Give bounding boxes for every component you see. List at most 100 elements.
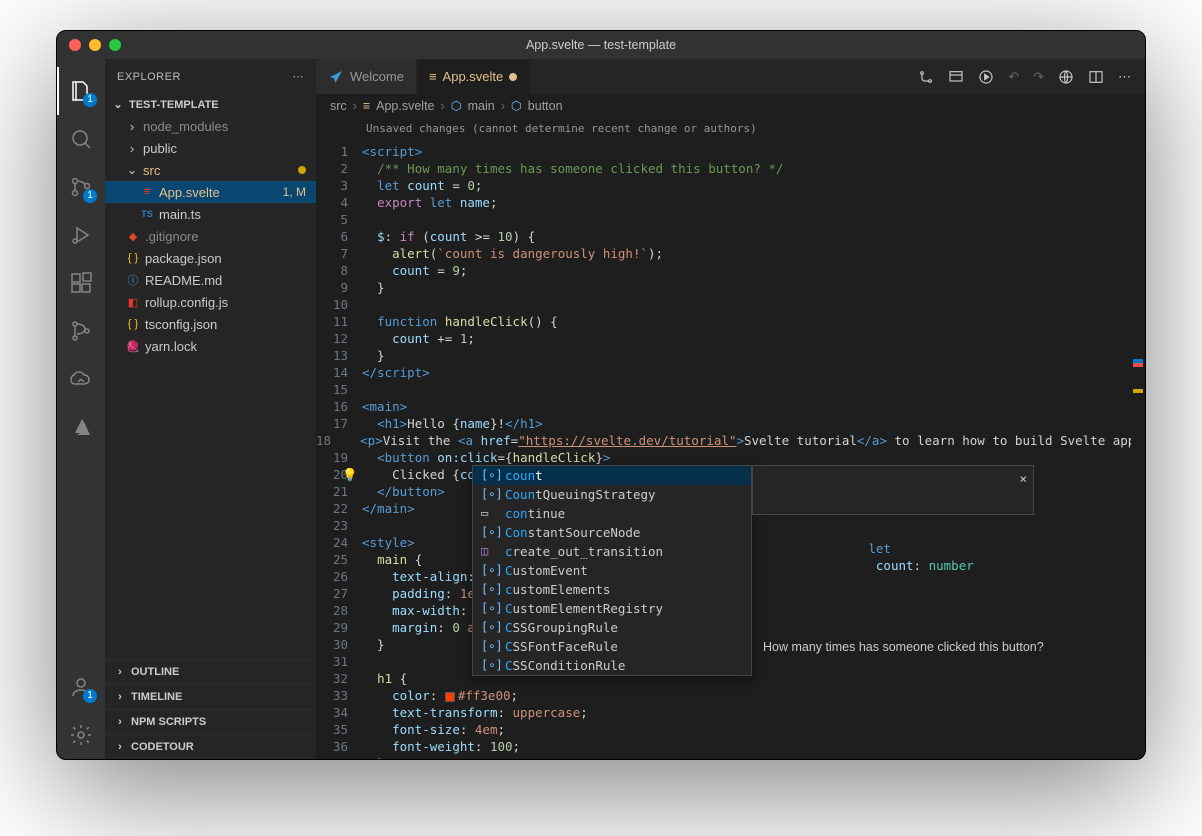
source-control-icon[interactable]: 1 <box>57 163 105 211</box>
suggest-item[interactable]: [∘]CountQueuingStrategy <box>473 485 751 504</box>
suggest-label: customElements <box>505 581 610 598</box>
run-icon[interactable] <box>978 69 994 85</box>
search-icon[interactable] <box>57 115 105 163</box>
folder-src[interactable]: ⌄src <box>105 159 316 181</box>
file-App.svelte[interactable]: ≡App.svelte1, M <box>105 181 316 203</box>
line-number: 16 <box>316 398 362 415</box>
code-line[interactable]: 13 } <box>316 347 1145 364</box>
suggest-kind-icon: [∘] <box>481 524 497 541</box>
line-number: 30 <box>316 636 362 653</box>
code-line[interactable]: 6 $: if (count >= 10) { <box>316 228 1145 245</box>
code-line[interactable]: 8 count = 9; <box>316 262 1145 279</box>
close-icon[interactable]: × <box>1019 470 1027 487</box>
suggest-item[interactable]: [∘]CustomEvent <box>473 561 751 580</box>
code-line[interactable]: 7 alert(`count is dangerously high!`); <box>316 245 1145 262</box>
code-line[interactable]: 1<script> <box>316 143 1145 160</box>
file-.gitignore[interactable]: ◆.gitignore <box>105 225 316 247</box>
sphere-icon[interactable] <box>1058 69 1074 85</box>
prev-icon[interactable]: ↶ <box>1008 69 1019 85</box>
suggest-label: CSSFontFaceRule <box>505 638 618 655</box>
run-debug-icon[interactable] <box>57 211 105 259</box>
split-icon[interactable] <box>1088 69 1104 85</box>
suggest-kind-icon: [∘] <box>481 657 497 674</box>
titlebar[interactable]: App.svelte — test-template <box>57 31 1145 59</box>
file-main.ts[interactable]: TSmain.ts <box>105 203 316 225</box>
code-line[interactable]: 14</script> <box>316 364 1145 381</box>
sidebar-more-icon[interactable]: ⋯ <box>293 70 305 83</box>
code-line[interactable]: 35 font-size: 4em; <box>316 721 1145 738</box>
lightbulb-icon[interactable]: 💡 <box>342 466 358 483</box>
line-number: 23 <box>316 517 362 534</box>
tab-app-svelte[interactable]: ≡ App.svelte <box>417 59 530 94</box>
minimize-window-button[interactable] <box>89 39 101 51</box>
breadcrumb-item[interactable]: button <box>528 99 563 113</box>
breadcrumb-item[interactable]: App.svelte <box>376 99 434 113</box>
line-number: 12 <box>316 330 362 347</box>
file-tree: ›node_modules›public⌄src≡App.svelte1, MT… <box>105 115 316 357</box>
project-section[interactable]: ⌄ TEST-TEMPLATE <box>105 94 316 115</box>
suggest-kind-icon: ◫ <box>481 543 497 560</box>
file-package.json[interactable]: { }package.json <box>105 247 316 269</box>
suggest-item[interactable]: [∘]CustomElementRegistry <box>473 599 751 618</box>
breadcrumb-item[interactable]: src <box>330 99 347 113</box>
code-line[interactable]: 2 /** How many times has someone clicked… <box>316 160 1145 177</box>
accounts-icon[interactable]: 1 <box>57 663 105 711</box>
settings-gear-icon[interactable] <box>57 711 105 759</box>
code-line[interactable]: 19 <button on:click={handleClick}> <box>316 449 1145 466</box>
code-line[interactable]: 36 font-weight: 100; <box>316 738 1145 755</box>
code-line[interactable]: 3 let count = 0; <box>316 177 1145 194</box>
code-line[interactable]: 17 <h1>Hello {name}!</h1> <box>316 415 1145 432</box>
code-line[interactable]: 34 text-transform: uppercase; <box>316 704 1145 721</box>
file-yarn.lock[interactable]: 🧶yarn.lock <box>105 335 316 357</box>
suggest-item[interactable]: [∘]count <box>473 466 751 485</box>
extensions-icon[interactable] <box>57 259 105 307</box>
open-preview-icon[interactable] <box>948 69 964 85</box>
line-number: 29 <box>316 619 362 636</box>
code-line[interactable]: 10 <box>316 296 1145 313</box>
section-npm scripts[interactable]: ›NPM SCRIPTS <box>105 709 316 734</box>
section-outline[interactable]: ›OUTLINE <box>105 659 316 684</box>
code-line[interactable]: 4 export let name; <box>316 194 1145 211</box>
code-line[interactable]: 18 <p>Visit the <a href="https://svelte.… <box>316 432 1145 449</box>
explorer-icon[interactable]: 1 <box>57 67 105 115</box>
folder-public[interactable]: ›public <box>105 137 316 159</box>
suggest-item[interactable]: [∘]CSSConditionRule <box>473 656 751 675</box>
code-line[interactable]: 9 } <box>316 279 1145 296</box>
suggest-item[interactable]: [∘]CSSFontFaceRule <box>473 637 751 656</box>
file-rollup.config.js[interactable]: ◧rollup.config.js <box>105 291 316 313</box>
breadcrumb[interactable]: src › ≡ App.svelte › ⬡ main › ⬡ button <box>316 94 1145 118</box>
suggest-item[interactable]: ▭continue <box>473 504 751 523</box>
section-timeline[interactable]: ›TIMELINE <box>105 684 316 709</box>
suggest-label: CSSGroupingRule <box>505 619 618 636</box>
more-icon[interactable]: ⋯ <box>1118 69 1131 85</box>
window-controls <box>69 39 121 51</box>
code-line[interactable]: 37 } <box>316 755 1145 759</box>
zoom-window-button[interactable] <box>109 39 121 51</box>
azure-icon[interactable] <box>57 403 105 451</box>
folder-node_modules[interactable]: ›node_modules <box>105 115 316 137</box>
close-window-button[interactable] <box>69 39 81 51</box>
tab-welcome[interactable]: Welcome <box>316 59 417 94</box>
compare-icon[interactable] <box>918 69 934 85</box>
git-graph-icon[interactable] <box>57 307 105 355</box>
editor[interactable]: 1<script>2 /** How many times has someon… <box>316 139 1145 759</box>
line-number: 27 <box>316 585 362 602</box>
overview-ruler[interactable] <box>1131 139 1145 759</box>
suggest-item[interactable]: [∘]ConstantSourceNode <box>473 523 751 542</box>
next-icon[interactable]: ↷ <box>1033 69 1044 85</box>
remote-icon[interactable] <box>57 355 105 403</box>
suggest-item[interactable]: ◫create_out_transition <box>473 542 751 561</box>
code-line[interactable]: 12 count += 1; <box>316 330 1145 347</box>
suggest-item[interactable]: [∘]customElements <box>473 580 751 599</box>
section-codetour[interactable]: ›CODETOUR <box>105 734 316 759</box>
suggest-item[interactable]: [∘]CSSGroupingRule <box>473 618 751 637</box>
breadcrumb-item[interactable]: main <box>468 99 495 113</box>
suggest-widget[interactable]: [∘]count[∘]CountQueuingStrategy▭continue… <box>472 465 752 676</box>
code-line[interactable]: 5 <box>316 211 1145 228</box>
code-line[interactable]: 15 <box>316 381 1145 398</box>
file-README.md[interactable]: ⓘREADME.md <box>105 269 316 291</box>
file-tsconfig.json[interactable]: { }tsconfig.json <box>105 313 316 335</box>
line-number: 22 <box>316 500 362 517</box>
code-line[interactable]: 11 function handleClick() { <box>316 313 1145 330</box>
code-line[interactable]: 16<main> <box>316 398 1145 415</box>
